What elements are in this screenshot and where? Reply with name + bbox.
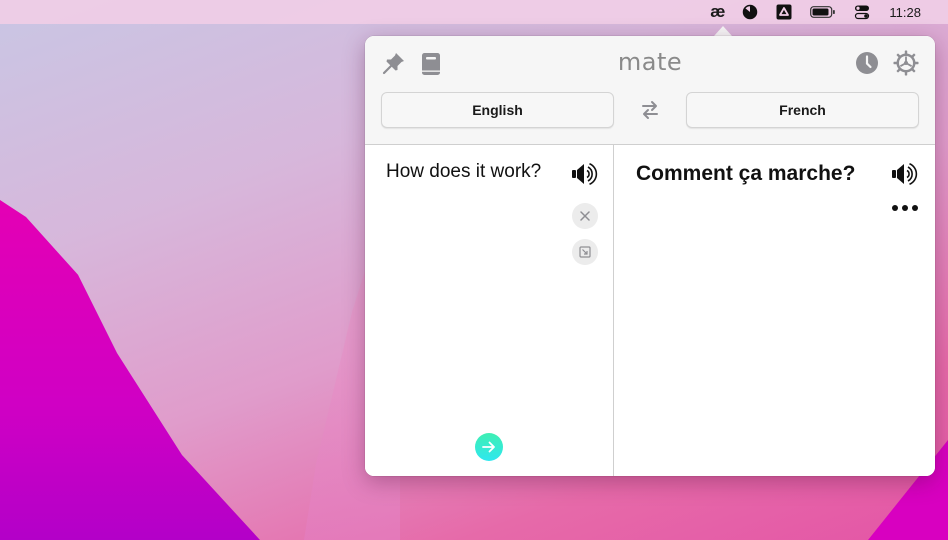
translator-popover: mate English French How does it work? Co… [365, 36, 935, 476]
appearance-icon[interactable] [733, 0, 767, 24]
translated-text: Comment ça marche? [636, 162, 856, 185]
popover-pointer [714, 26, 732, 36]
arrow-right-icon [482, 441, 495, 453]
wallpaper-shape [0, 200, 260, 540]
app-title: mate [617, 48, 683, 76]
popover-header: mate English French [365, 36, 935, 145]
history-icon[interactable] [854, 50, 880, 76]
speaker-icon[interactable] [891, 161, 919, 187]
target-pane: Comment ça marche? [614, 145, 935, 476]
paste-icon [579, 246, 591, 258]
paste-button[interactable] [572, 239, 598, 265]
target-language-button[interactable]: French [686, 92, 919, 128]
gear-icon[interactable] [893, 50, 919, 76]
source-pane: How does it work? [365, 145, 614, 476]
more-dot [902, 205, 908, 211]
drive-icon[interactable] [767, 0, 801, 24]
source-text-input[interactable]: How does it work? [386, 161, 541, 183]
clear-button[interactable] [572, 203, 598, 229]
translate-submit-button[interactable] [475, 433, 503, 461]
menu-bar: æ 11:28 [0, 0, 948, 24]
swap-arrows-icon[interactable] [637, 98, 663, 122]
menu-clock[interactable]: 11:28 [879, 0, 930, 24]
more-dot [892, 205, 898, 211]
control-center-icon[interactable] [845, 0, 879, 24]
more-icon[interactable] [892, 203, 918, 213]
battery-icon[interactable] [801, 0, 845, 24]
source-language-button[interactable]: English [381, 92, 614, 128]
mate-menu-icon[interactable]: æ [701, 0, 733, 24]
clear-icon [580, 211, 590, 221]
more-dot [912, 205, 918, 211]
speaker-icon[interactable] [571, 161, 599, 187]
